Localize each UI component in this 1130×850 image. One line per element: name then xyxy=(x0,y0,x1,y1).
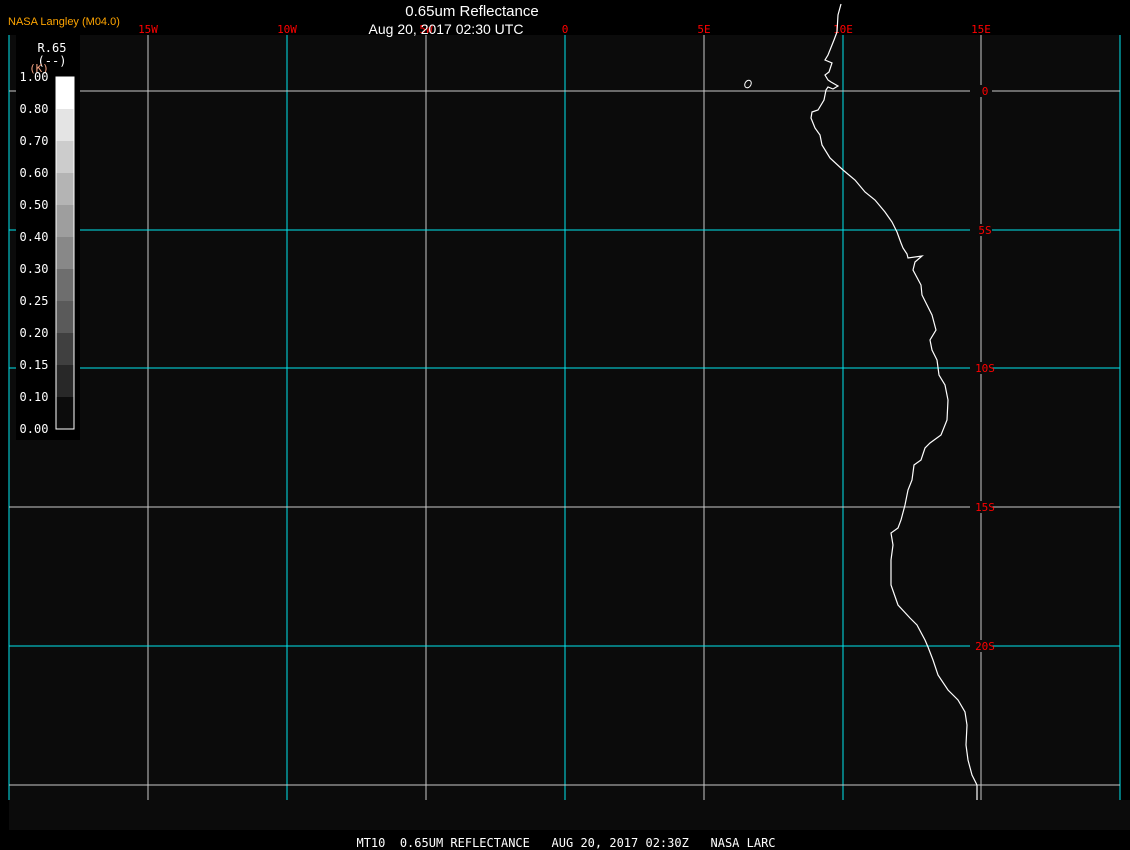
lon-label: 15E xyxy=(971,23,991,36)
legend-bin xyxy=(56,109,74,141)
producer-label: NASA Langley (M04.0) xyxy=(8,16,120,28)
legend-tick-label: 0.40 xyxy=(20,230,49,244)
lat-label: 0 xyxy=(982,85,989,98)
lat-label: 10S xyxy=(975,362,995,375)
color-legend: R.65 (--) (K) 1.000.800.700.600.500.400.… xyxy=(16,35,80,440)
lat-label: 20S xyxy=(975,640,995,653)
map-title: 0.65um Reflectance xyxy=(405,3,538,20)
legend-tick-label: 0.80 xyxy=(20,102,49,116)
legend-bin xyxy=(56,173,74,205)
legend-bin xyxy=(56,237,74,269)
legend-bin xyxy=(56,333,74,365)
footer-caption: MT10 0.65UM REFLECTANCE AUG 20, 2017 02:… xyxy=(356,836,775,850)
map-datetime: Aug 20, 2017 02:30 UTC xyxy=(369,21,524,37)
legend-tick-label: 0.50 xyxy=(20,198,49,212)
legend-bin xyxy=(56,301,74,333)
lon-label: 0 xyxy=(562,23,569,36)
legend-tick-label: 0.20 xyxy=(20,326,49,340)
legend-bin xyxy=(56,141,74,173)
lat-label: 5S xyxy=(978,224,991,237)
lon-label: 5E xyxy=(697,23,710,36)
legend-tick-label: 0.15 xyxy=(20,358,49,372)
legend-tick-label: 0.00 xyxy=(20,422,49,436)
legend-tick-label: 0.30 xyxy=(20,262,49,276)
legend-tick-label: 0.70 xyxy=(20,134,49,148)
map-figure: 15W 10W 5W 0 5E 10E 15E05S10S15S20S R.65 (--) … xyxy=(8,3,1130,850)
legend-tick-label: 0.25 xyxy=(20,294,49,308)
lon-label: 15W xyxy=(138,23,158,36)
legend-bin xyxy=(56,205,74,237)
map-bottom-strip xyxy=(9,800,1130,830)
legend-bin xyxy=(56,77,74,109)
legend-variable: R.65 xyxy=(38,41,67,55)
legend-tick-label: 1.00 xyxy=(20,70,49,84)
legend-bin xyxy=(56,269,74,301)
lat-label: 15S xyxy=(975,501,995,514)
legend-bin xyxy=(56,365,74,397)
legend-bin xyxy=(56,397,74,429)
legend-tick-label: 0.60 xyxy=(20,166,49,180)
lon-label: 10W xyxy=(277,23,297,36)
legend-tick-label: 0.10 xyxy=(20,390,49,404)
